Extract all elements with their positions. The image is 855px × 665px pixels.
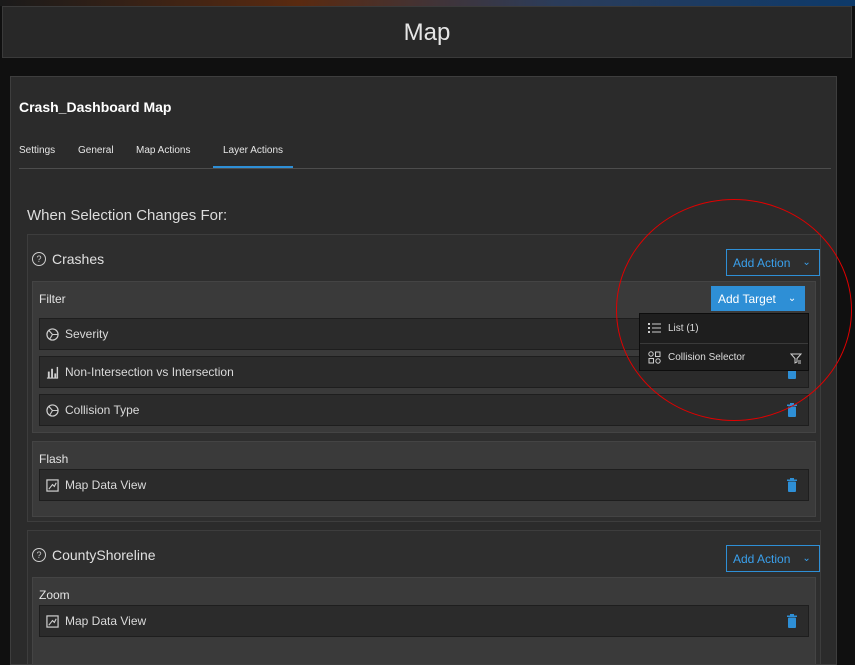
target-row[interactable]: Map Data View [39, 605, 809, 637]
dropdown-item-collision-selector[interactable]: Collision Selector [640, 343, 808, 371]
panel-title: Crash_Dashboard Map [19, 99, 172, 115]
add-action-label: Add Action [733, 551, 791, 566]
chevron-down-icon: ⌄ [802, 553, 811, 564]
target-row[interactable]: Collision Type [39, 394, 809, 426]
action-block-flash: Flash Map Data View [32, 441, 816, 517]
tab-bar: Settings General Map Actions Layer Actio… [19, 143, 831, 169]
dropdown-item-list[interactable]: List (1) [640, 314, 808, 342]
window-titlebar: Map [2, 6, 852, 58]
add-target-button[interactable]: Add Target ⌄ [711, 286, 805, 311]
trash-icon[interactable] [786, 403, 798, 417]
tab-map-actions[interactable]: Map Actions [136, 145, 190, 162]
group-name: Crashes [52, 251, 105, 267]
settings-panel: Crash_Dashboard Map Settings General Map… [10, 76, 837, 665]
chevron-down-icon: ⌄ [787, 293, 797, 304]
layer-group-crashes: ? Crashes Add Action ⌄ Filter Add Target… [27, 234, 821, 522]
section-heading: When Selection Changes For: [27, 207, 228, 224]
tab-settings[interactable]: Settings [19, 145, 55, 162]
target-label: Non-Intersection vs Intersection [65, 365, 234, 379]
grid-icon [648, 351, 661, 364]
add-action-button[interactable]: Add Action ⌄ [726, 545, 820, 572]
map-view-icon [46, 478, 59, 492]
action-name: Filter [39, 292, 66, 306]
chevron-down-icon: ⌄ [802, 257, 811, 268]
action-name: Flash [39, 452, 69, 466]
help-circle-icon[interactable]: ? [32, 252, 46, 266]
action-block-zoom: Zoom Map Data View [32, 577, 816, 664]
trash-icon[interactable] [786, 614, 798, 628]
add-action-button[interactable]: Add Action ⌄ [726, 249, 820, 276]
trash-icon[interactable] [786, 478, 798, 492]
pie-chart-icon [46, 403, 59, 417]
action-name: Zoom [39, 588, 70, 602]
filter-settings-icon [790, 353, 802, 364]
window-title: Map [403, 19, 451, 46]
group-header: ? CountyShoreline [32, 547, 156, 563]
pie-chart-icon [46, 327, 59, 341]
target-label: Map Data View [65, 478, 147, 492]
layer-group-countyshoreline: ? CountyShoreline Add Action ⌄ Zoom Map … [27, 530, 821, 664]
dropdown-item-label: Collision Selector [668, 352, 746, 363]
target-label: Severity [65, 327, 109, 341]
add-target-label: Add Target [718, 291, 776, 306]
dropdown-item-label: List (1) [668, 322, 699, 334]
target-row[interactable]: Map Data View [39, 469, 809, 501]
add-target-dropdown: List (1) Collision Selector [639, 313, 809, 371]
tab-layer-actions[interactable]: Layer Actions [213, 145, 294, 168]
map-view-icon [46, 614, 59, 628]
help-circle-icon[interactable]: ? [32, 548, 46, 562]
list-icon [648, 323, 661, 333]
bar-chart-icon [46, 366, 59, 379]
group-header: ? Crashes [32, 251, 104, 267]
group-name: CountyShoreline [52, 547, 156, 563]
add-action-label: Add Action [733, 255, 791, 270]
target-label: Collision Type [65, 403, 140, 417]
tab-general[interactable]: General [78, 145, 114, 162]
target-label: Map Data View [65, 614, 147, 628]
